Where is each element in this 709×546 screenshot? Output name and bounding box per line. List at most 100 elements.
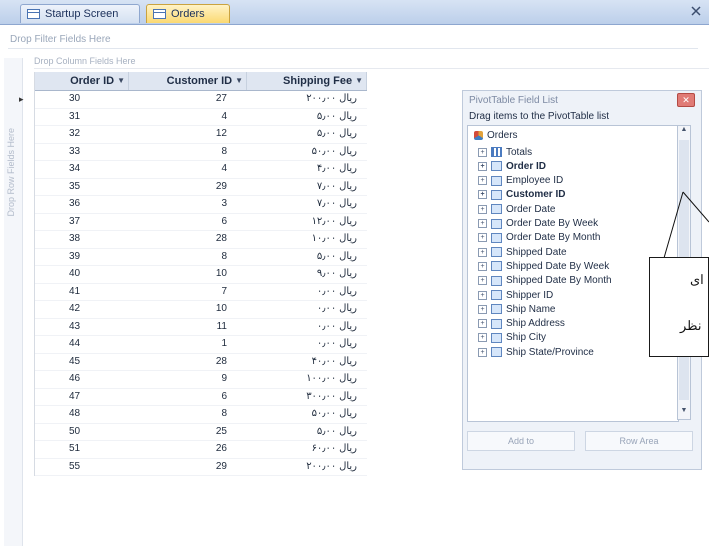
field-list-item[interactable]: + Ship State/Province (478, 345, 594, 359)
customer-id-cell[interactable]: 29 (129, 459, 247, 476)
table-row[interactable]: 47 6 ریال ۳۰۰٫۰۰ (35, 389, 367, 406)
expand-icon[interactable]: + (478, 190, 487, 200)
field-list-item[interactable]: + Shipped Date (478, 245, 567, 259)
table-row[interactable]: 39 8 ریال ۵٫۰۰ (35, 249, 367, 266)
field-list-item[interactable]: + Totals (478, 145, 532, 159)
shipping-fee-cell[interactable]: ریال ۷٫۰۰ (247, 196, 367, 213)
close-icon[interactable] (689, 4, 703, 18)
expand-icon[interactable]: + (478, 147, 487, 157)
order-id-cell[interactable]: 47 (35, 389, 129, 406)
scroll-up-icon[interactable]: ▲ (679, 126, 689, 138)
header-shipping-fee[interactable]: Shipping Fee ▼ (247, 72, 367, 90)
order-id-cell[interactable]: 34 (35, 161, 129, 178)
table-row[interactable]: 34 4 ریال ۴٫۰۰ (35, 161, 367, 179)
order-id-cell[interactable]: 38 (35, 231, 129, 248)
add-to-button[interactable]: Add to (467, 431, 575, 451)
header-customer-id[interactable]: Customer ID ▼ (129, 72, 247, 90)
table-row[interactable]: 31 4 ریال ۵٫۰۰ (35, 109, 367, 126)
table-row[interactable]: 36 3 ریال ۷٫۰۰ (35, 196, 367, 214)
shipping-fee-cell[interactable]: ریال ۹٫۰۰ (247, 266, 367, 283)
order-id-cell[interactable]: 30 (35, 91, 129, 108)
expand-icon[interactable]: + (478, 247, 487, 257)
customer-id-cell[interactable]: 27 (129, 91, 247, 108)
customer-id-cell[interactable]: 8 (129, 144, 247, 161)
dropdown-arrow-icon[interactable]: ▼ (235, 72, 243, 90)
shipping-fee-cell[interactable]: ریال ۴٫۰۰ (247, 161, 367, 178)
customer-id-cell[interactable]: 1 (129, 336, 247, 353)
table-row[interactable]: 33 8 ریال ۵۰٫۰۰ (35, 144, 367, 161)
customer-id-cell[interactable]: 28 (129, 231, 247, 248)
order-id-cell[interactable]: 36 (35, 196, 129, 213)
expand-icon[interactable]: + (478, 319, 487, 329)
close-icon[interactable]: ✕ (677, 93, 695, 107)
shipping-fee-cell[interactable]: ریال ۵٫۰۰ (247, 249, 367, 266)
customer-id-cell[interactable]: 12 (129, 126, 247, 143)
customer-id-cell[interactable]: 26 (129, 441, 247, 458)
order-id-cell[interactable]: 37 (35, 214, 129, 231)
expand-icon[interactable]: + (478, 290, 487, 300)
filter-drop-zone[interactable]: Drop Filter Fields Here (10, 34, 111, 45)
dropdown-arrow-icon[interactable]: ▼ (117, 72, 125, 90)
shipping-fee-cell[interactable]: ریال ۱۲٫۰۰ (247, 214, 367, 231)
area-select[interactable]: Row Area (585, 431, 693, 451)
field-list-item[interactable]: + Ship Name (478, 302, 555, 316)
customer-id-cell[interactable]: 7 (129, 284, 247, 301)
shipping-fee-cell[interactable]: ریال ۲۰۰٫۰۰ (247, 91, 367, 108)
order-id-cell[interactable]: 51 (35, 441, 129, 458)
shipping-fee-cell[interactable]: ریال ۱۰٫۰۰ (247, 231, 367, 248)
customer-id-cell[interactable]: 6 (129, 389, 247, 406)
table-row[interactable]: 32 12 ریال ۵٫۰۰ (35, 126, 367, 144)
column-drop-zone[interactable]: Drop Column Fields Here (34, 56, 709, 69)
shipping-fee-cell[interactable]: ریال ۶۰٫۰۰ (247, 441, 367, 458)
tree-root-orders[interactable]: Orders (474, 130, 518, 141)
expand-icon[interactable]: + (478, 219, 487, 228)
order-id-cell[interactable]: 50 (35, 424, 129, 441)
table-row[interactable]: 38 28 ریال ۱۰٫۰۰ (35, 231, 367, 249)
expand-icon[interactable]: + (478, 261, 487, 271)
expand-icon[interactable]: + (478, 176, 487, 186)
table-row[interactable]: 41 7 ریال ۰٫۰۰ (35, 284, 367, 301)
tab-orders[interactable]: Orders (146, 4, 230, 23)
customer-id-cell[interactable]: 10 (129, 266, 247, 283)
scroll-down-icon[interactable]: ▼ (679, 407, 689, 419)
order-id-cell[interactable]: 39 (35, 249, 129, 266)
field-list-item[interactable]: + Shipped Date By Week (478, 259, 609, 273)
shipping-fee-cell[interactable]: ریال ۱۰۰٫۰۰ (247, 371, 367, 388)
shipping-fee-cell[interactable]: ریال ۴۰٫۰۰ (247, 354, 367, 371)
shipping-fee-cell[interactable]: ریال ۵٫۰۰ (247, 109, 367, 126)
order-id-cell[interactable]: 46 (35, 371, 129, 388)
customer-id-cell[interactable]: 3 (129, 196, 247, 213)
shipping-fee-cell[interactable]: ریال ۵۰٫۰۰ (247, 406, 367, 423)
shipping-fee-cell[interactable]: ریال ۳۰۰٫۰۰ (247, 389, 367, 406)
shipping-fee-cell[interactable]: ریال ۵۰٫۰۰ (247, 144, 367, 161)
expand-icon[interactable]: + (478, 276, 487, 286)
table-row[interactable]: 55 29 ریال ۲۰۰٫۰۰ (35, 459, 367, 476)
shipping-fee-cell[interactable]: ریال ۰٫۰۰ (247, 301, 367, 318)
customer-id-cell[interactable]: 4 (129, 109, 247, 126)
order-id-cell[interactable]: 41 (35, 284, 129, 301)
expand-icon[interactable]: + (478, 304, 487, 314)
customer-id-cell[interactable]: 11 (129, 319, 247, 336)
shipping-fee-cell[interactable]: ریال ۵٫۰۰ (247, 126, 367, 143)
field-list-item[interactable]: + Customer ID (478, 188, 565, 202)
expand-icon[interactable]: + (478, 204, 487, 214)
shipping-fee-cell[interactable]: ریال ۰٫۰۰ (247, 284, 367, 301)
shipping-fee-cell[interactable]: ریال ۰٫۰۰ (247, 319, 367, 336)
order-id-cell[interactable]: 40 (35, 266, 129, 283)
table-row[interactable]: 42 10 ریال ۰٫۰۰ (35, 301, 367, 319)
expand-icon[interactable]: + (478, 161, 487, 171)
order-id-cell[interactable]: 35 (35, 179, 129, 196)
customer-id-cell[interactable]: 28 (129, 354, 247, 371)
field-list-item[interactable]: + Shipper ID (478, 288, 553, 302)
row-drop-zone[interactable]: Drop Row Fields Here (4, 58, 23, 546)
expand-icon[interactable]: + (478, 233, 487, 243)
customer-id-cell[interactable]: 9 (129, 371, 247, 388)
order-id-cell[interactable]: 44 (35, 336, 129, 353)
order-id-cell[interactable]: 48 (35, 406, 129, 423)
expand-icon[interactable]: + (478, 333, 487, 343)
table-row[interactable]: 48 8 ریال ۵۰٫۰۰ (35, 406, 367, 424)
shipping-fee-cell[interactable]: ریال ۲۰۰٫۰۰ (247, 459, 367, 476)
order-id-cell[interactable]: 33 (35, 144, 129, 161)
field-list-item[interactable]: + Ship Address (478, 317, 565, 331)
customer-id-cell[interactable]: 8 (129, 249, 247, 266)
